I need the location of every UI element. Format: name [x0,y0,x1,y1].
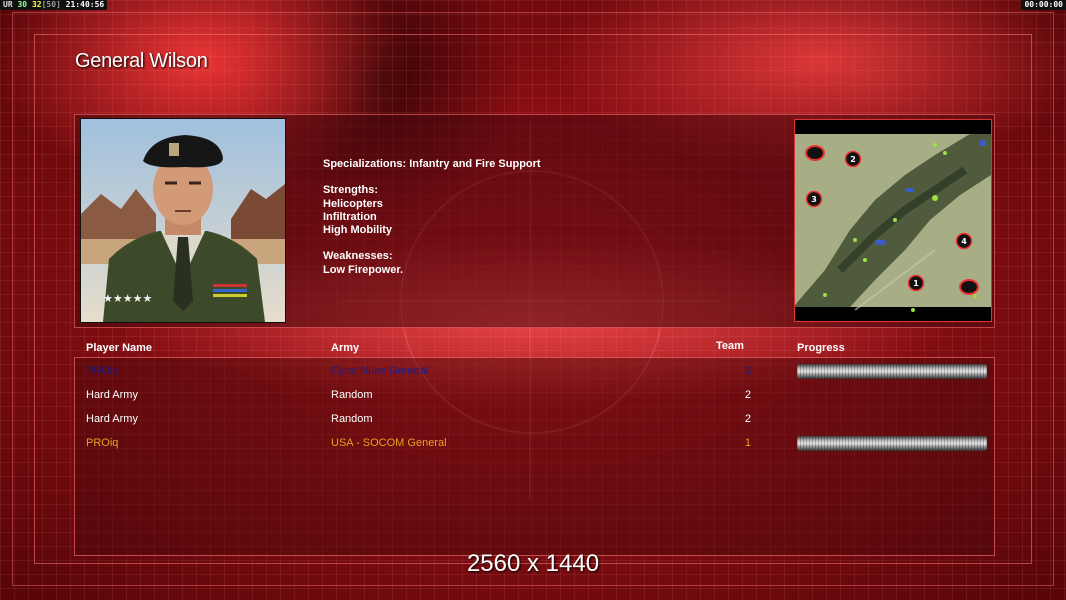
header-progress: Progress [797,342,845,354]
map-marker-label: 1 [913,279,919,288]
weakness-item: Low Firepower. [323,263,404,276]
weaknesses-title: Weaknesses: [323,250,393,263]
player-team: 1 [744,365,751,377]
player-name: Hard Army [86,389,138,401]
player-name: Hard Army [86,413,138,425]
hud-timer: 00:00:00 [1024,0,1063,9]
map-marker-label: 2 [850,155,856,164]
player-name: PROiq [86,437,119,449]
timer-overlay: 00:00:00 [1021,0,1066,10]
player-row: Hard Army Random 2 [0,386,1066,406]
fps-overlay: UR 30 32[50] 21:40:56 [0,0,108,10]
player-row: Hard Army Random 2 [0,410,1066,430]
strengths-title: Strengths: [323,184,378,197]
hud-fps-min: 30 [17,0,28,9]
hud-clock: 21:40:56 [65,0,105,9]
strength-item: Infiltration [323,210,377,223]
load-progress-bar [797,436,987,451]
player-row: PROiq Cyrat Nuke General 1 [0,362,1066,382]
header-player-name: Player Name [86,342,153,354]
header-team: Team [716,340,744,352]
strength-item: Helicopters [323,197,383,210]
player-army: Random [331,413,373,425]
general-description: Specializations: Infantry and Fire Suppo… [323,158,541,277]
resolution-label: 2560 x 1440 [466,550,600,577]
player-row: PROiq USA - SOCOM General 1 [0,434,1066,454]
header-army: Army [331,342,360,354]
player-army: USA - SOCOM General [331,437,447,449]
svg-text:★★★★★: ★★★★★ [103,292,152,305]
hud-fps-cap: [50] [41,0,61,9]
strength-item: High Mobility [323,224,393,237]
player-name: PROiq [86,365,119,377]
hud-fps-current: 32 [31,0,42,9]
map-marker-label: 4 [961,237,967,246]
player-team: 1 [744,437,751,449]
general-portrait: ★★★★★ [80,118,286,323]
player-team: 2 [744,413,751,425]
map-marker-label: 3 [811,195,817,204]
player-army: Random [331,389,373,401]
general-title: General Wilson [75,50,208,72]
load-progress-bar [797,364,987,379]
player-team: 2 [744,389,751,401]
hud-prefix: UR [3,0,13,9]
map-preview[interactable]: 2 3 4 1 [794,119,992,322]
player-army: Cyrat Nuke General [331,365,429,377]
specializations-text: Specializations: Infantry and Fire Suppo… [323,158,541,170]
